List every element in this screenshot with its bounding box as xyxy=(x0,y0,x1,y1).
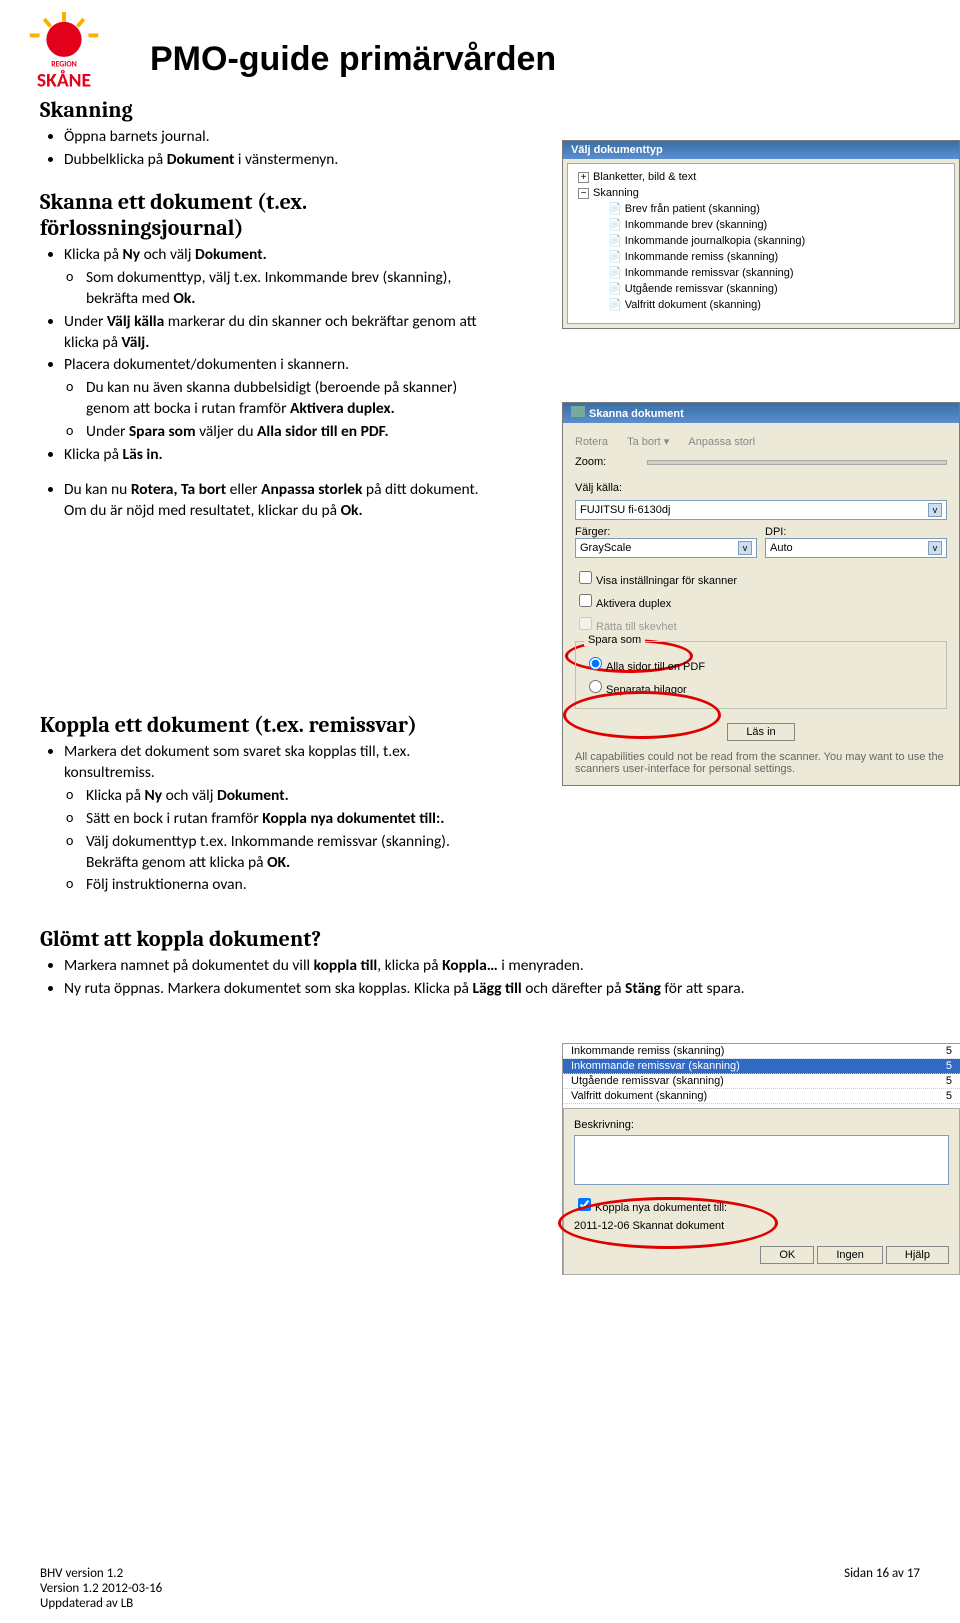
dialog-title: Välj dokumenttyp xyxy=(563,141,959,159)
dialog-koppla: Inkommande remiss (skanning)5 Inkommande… xyxy=(562,1043,960,1275)
aktivera-duplex-checkbox[interactable]: Aktivera duplex xyxy=(575,591,947,610)
footer-date: Version 1.2 2012-03-16 xyxy=(40,1581,162,1596)
tree-item[interactable]: Inkommande remissvar (skanning) xyxy=(608,266,944,282)
tree-item[interactable]: Inkommande journalkopia (skanning) xyxy=(608,234,944,250)
hjalp-button[interactable]: Hjälp xyxy=(886,1246,949,1264)
doc-title: PMO-guide primärvården xyxy=(150,40,920,79)
farger-dropdown[interactable]: GrayScalev xyxy=(575,538,757,558)
highlight-ellipse xyxy=(558,1197,778,1249)
ingen-button[interactable]: Ingen xyxy=(817,1246,883,1264)
zoom-label: Zoom: xyxy=(575,456,635,468)
spara-som-label: Spara som xyxy=(584,634,645,646)
ok-button[interactable]: OK xyxy=(760,1246,814,1264)
list-item: Som dokumenttyp, välj t.ex. Inkommande b… xyxy=(86,268,500,310)
list-item: Klicka på Ny och välj Dokument. Som doku… xyxy=(64,245,500,310)
list-item: Dubbelklicka på Dokument i vänstermenyn. xyxy=(64,150,500,171)
dialog-skanna-dokument: Skanna dokument Rotera Ta bort ▾ Anpassa… xyxy=(562,402,960,786)
footer-updated: Uppdaterad av LB xyxy=(40,1596,162,1611)
heading-koppla: Koppla ett dokument (t.ex. remissvar) xyxy=(40,712,500,738)
tab-tabort[interactable]: Ta bort ▾ xyxy=(627,433,669,450)
page: REGION SKÅNE PMO-guide primärvården Skan… xyxy=(0,0,960,1042)
footer-page-number: Sidan 16 av 17 xyxy=(844,1566,920,1611)
list-item: Under Spara som väljer du Alla sidor til… xyxy=(86,422,500,443)
kalla-dropdown[interactable]: FUJITSU fi-6130djv xyxy=(575,500,947,520)
list-item: Markera det dokument som svaret ska kopp… xyxy=(64,742,500,896)
list-item: Klicka på Ny och välj Dokument. xyxy=(86,786,500,807)
list-item: Följ instruktionerna ovan. xyxy=(86,875,500,896)
heading-skanna: Skanna ett dokument (t.ex. förlossningsj… xyxy=(40,189,500,241)
tab-anpassa[interactable]: Anpassa storl xyxy=(688,434,755,450)
heading-glomt: Glömt att koppla dokument? xyxy=(40,926,880,952)
list-item: Välj dokumenttyp t.ex. Inkommande remiss… xyxy=(86,832,500,874)
chevron-down-icon: v xyxy=(928,503,942,517)
zoom-slider[interactable] xyxy=(647,460,947,465)
farger-label: Färger: xyxy=(575,526,757,538)
footer-version: BHV version 1.2 xyxy=(40,1566,162,1581)
chevron-down-icon: v xyxy=(738,541,752,555)
list-item[interactable]: Inkommande remissvar (skanning)5 xyxy=(563,1059,960,1074)
list-item: Sätt en bock i rutan framför Koppla nya … xyxy=(86,809,500,830)
chevron-down-icon: v xyxy=(928,541,942,555)
dialog-valj-dokumenttyp: Välj dokumenttyp +Blanketter, bild & tex… xyxy=(562,140,960,329)
alla-sidor-radio[interactable]: Alla sidor till en PDF xyxy=(584,654,938,673)
list-item: Du kan nu Rotera, Ta bort eller Anpassa … xyxy=(64,480,500,522)
highlight-ellipse xyxy=(563,691,721,739)
svg-text:SKÅNE: SKÅNE xyxy=(37,68,91,92)
list-item[interactable]: Valfritt dokument (skanning)5 xyxy=(563,1089,960,1104)
collapse-icon[interactable]: − xyxy=(578,188,589,199)
expand-icon[interactable]: + xyxy=(578,172,589,183)
kalla-label: Välj källa: xyxy=(575,482,622,494)
beskrivning-field[interactable] xyxy=(574,1135,949,1185)
dialog-title: Skanna dokument xyxy=(563,403,959,423)
skane-logo: REGION SKÅNE xyxy=(20,10,108,103)
tree[interactable]: +Blanketter, bild & text −Skanning Brev … xyxy=(567,163,955,324)
heading-skanning: Skanning xyxy=(40,97,500,123)
page-footer: BHV version 1.2 Version 1.2 2012-03-16 U… xyxy=(40,1566,920,1611)
ratta-checkbox[interactable]: Rätta till skevhet xyxy=(575,614,947,633)
list-item: Klicka på Läs in. xyxy=(64,445,500,466)
list-item: Markera namnet på dokumentet du vill kop… xyxy=(64,956,880,977)
list-item: Placera dokumentet/dokumenten i skannern… xyxy=(64,355,500,443)
list-item[interactable]: Inkommande remiss (skanning)5 xyxy=(563,1044,960,1059)
tree-item[interactable]: Inkommande remiss (skanning) xyxy=(608,250,944,266)
list-item: Du kan nu även skanna dubbelsidigt (bero… xyxy=(86,378,500,420)
tree-item[interactable]: Brev från patient (skanning) xyxy=(608,202,944,218)
list-item[interactable]: Utgående remissvar (skanning)5 xyxy=(563,1074,960,1089)
chevron-down-icon: ▾ xyxy=(664,436,670,448)
dpi-dropdown[interactable]: Autov xyxy=(765,538,947,558)
visa-checkbox[interactable]: Visa inställningar för skanner xyxy=(575,568,947,587)
scanner-info-text: All capabilities could not be read from … xyxy=(575,751,947,775)
list-item: Ny ruta öppnas. Markera dokumentet som s… xyxy=(64,979,880,1000)
list-item: Under Välj källa markerar du din skanner… xyxy=(64,312,500,354)
list-item: Öppna barnets journal. xyxy=(64,127,500,148)
dpi-label: DPI: xyxy=(765,526,947,538)
tree-item[interactable]: Valfritt dokument (skanning) xyxy=(608,298,944,314)
las-in-button[interactable]: Läs in xyxy=(727,723,794,741)
tree-item[interactable]: Utgående remissvar (skanning) xyxy=(608,282,944,298)
tab-rotera[interactable]: Rotera xyxy=(575,434,608,450)
tree-item[interactable]: Inkommande brev (skanning) xyxy=(608,218,944,234)
beskrivning-label: Beskrivning: xyxy=(574,1119,949,1131)
